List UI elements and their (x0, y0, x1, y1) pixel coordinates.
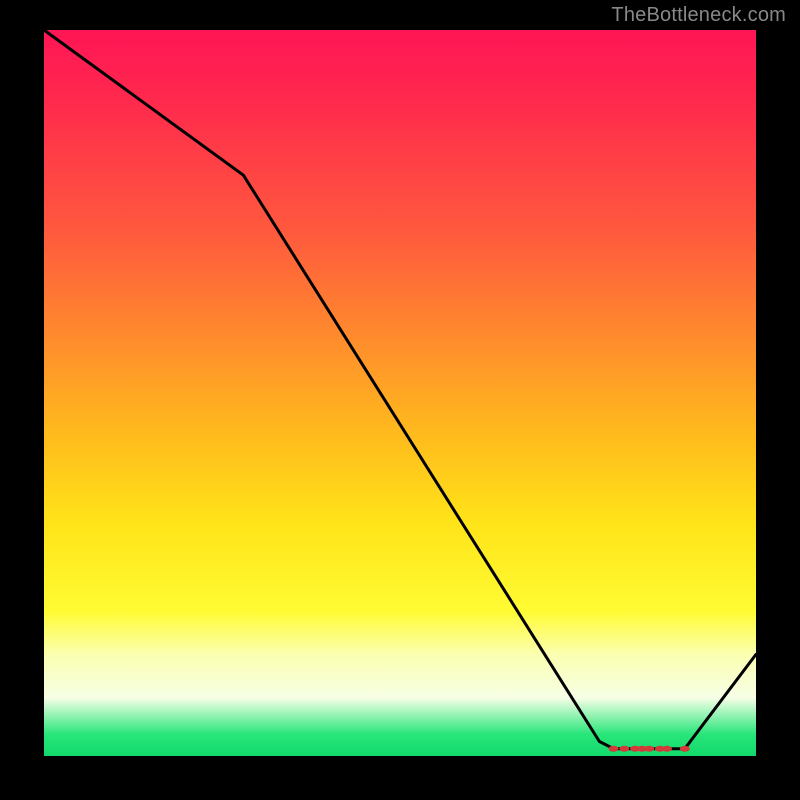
attribution-label: TheBottleneck.com (611, 4, 786, 27)
marker-dot (680, 746, 690, 752)
marker-dot (662, 746, 672, 752)
marker-dot (619, 746, 629, 752)
marker-dot (609, 746, 619, 752)
line-chart-svg (44, 30, 756, 756)
series-line (44, 30, 756, 749)
plot-area (44, 30, 756, 756)
chart-frame: TheBottleneck.com (0, 0, 800, 800)
marker-dot (644, 746, 654, 752)
